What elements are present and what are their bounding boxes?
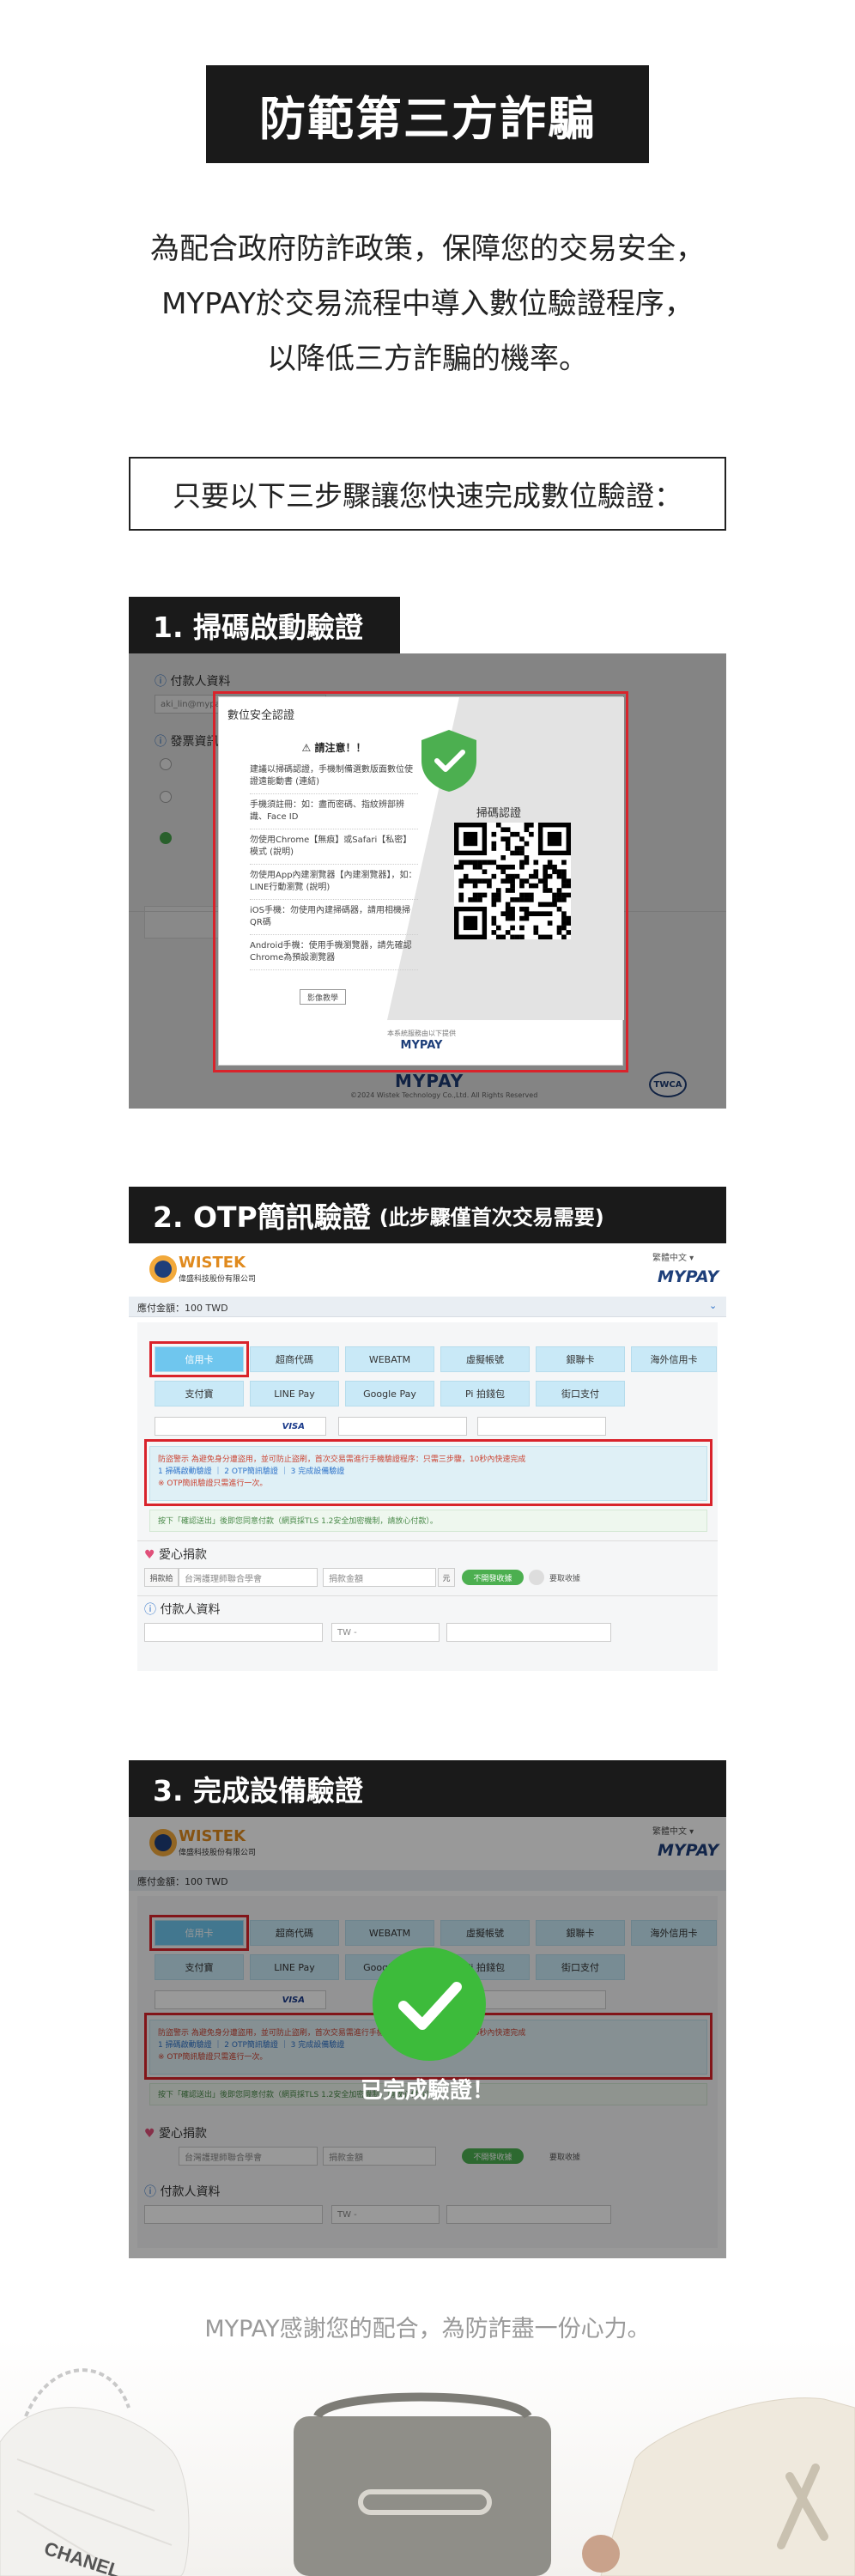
method-cvs-code[interactable]: 超商代碼 — [250, 1346, 339, 1372]
visa-icon: VISA — [282, 1421, 305, 1431]
card-expiry-input[interactable] — [338, 1417, 467, 1436]
intro-line-1: 為配合政府防詐政策，保障您的交易安全， — [150, 232, 705, 266]
success-text: 已完成驗證！ — [360, 2078, 494, 2104]
method-alipay[interactable]: 支付寶 — [155, 1381, 244, 1406]
language-select[interactable]: 繁體中文 ▾ — [652, 1250, 694, 1263]
brand-sub: 偉盛科技股份有限公司 — [179, 1275, 257, 1284]
mypay-logo: MYPAY — [658, 1267, 719, 1286]
donation-label: 捐款給 — [144, 1568, 179, 1587]
chevron-down-icon[interactable]: ⌄ — [709, 1300, 717, 1311]
payer-name-input[interactable] — [144, 1623, 323, 1642]
highlight-credit-card — [149, 1341, 249, 1377]
step2-label: 2. OTP簡訊驗證 (此步驟僅首次交易需要) — [129, 1187, 726, 1243]
receipt-toggle[interactable]: 不開發收據 — [462, 1570, 524, 1585]
step1-screenshot: ⓘ 付款人資料 aki_lin@mypay ⓘ 發票資訊 MYPAY ©2024… — [129, 653, 726, 1109]
card-cvc-input[interactable] — [477, 1417, 606, 1436]
agree-text: 按下「確認送出」後即您同意付款（網頁採TLS 1.2安全加密機制，請放心付款）。 — [158, 1517, 438, 1526]
method-overseas-card[interactable]: 海外信用卡 — [631, 1346, 717, 1372]
highlight-warning — [144, 1439, 712, 1506]
method-google-pay[interactable]: Google Pay — [345, 1381, 434, 1406]
receipt-option: 要取收據 — [549, 1575, 581, 1583]
step2-screenshot: WISTEK 偉盛科技股份有限公司 繁體中文 ▾ MYPAY 應付金額：100 … — [129, 1243, 726, 1681]
intro-text: 為配合政府防詐政策，保障您的交易安全， MYPAY於交易流程中導入數位驗證程序，… — [0, 222, 855, 386]
step1-label: 1. 掃碼啟動驗證 — [129, 597, 400, 653]
method-virtual-account[interactable]: 虛擬帳號 — [440, 1346, 530, 1372]
step3-label: 3. 完成設備驗證 — [129, 1760, 726, 1817]
donation-amount-input[interactable]: 捐款金額 — [323, 1568, 436, 1587]
step3-screenshot: WISTEK 偉盛科技股份有限公司 繁體中文 ▾ MYPAY 應付金額：100 … — [129, 1817, 726, 2258]
donation-org-select[interactable]: 台灣護理師聯合學會 — [179, 1568, 318, 1587]
card-number-input[interactable]: VISA — [155, 1417, 326, 1436]
brand-name: WISTEK — [179, 1254, 246, 1272]
highlight-frame — [213, 691, 628, 1072]
heart-icon: ♥ — [144, 1548, 155, 1562]
intro-line-3: 以降低三方詐騙的機率。 — [267, 342, 588, 376]
method-webatm[interactable]: WEBATM — [345, 1346, 434, 1372]
receipt-toggle-knob[interactable] — [529, 1570, 544, 1585]
phone-input[interactable] — [446, 1623, 611, 1642]
handbags-image: CHANEL — [0, 2339, 855, 2576]
method-line-pay[interactable]: LINE Pay — [250, 1381, 339, 1406]
info-icon: ⓘ — [144, 1603, 156, 1617]
intro-line-2: MYPAY於交易流程中導入數位驗證程序， — [161, 287, 694, 321]
steps-intro: 只要以下三步驟讓您快速完成數位驗證： — [129, 457, 726, 531]
wistek-logo-icon — [149, 1255, 177, 1283]
currency-unit: 元 — [438, 1568, 455, 1587]
step2-label-note: (此步驟僅首次交易需要) — [379, 1205, 604, 1230]
country-select[interactable]: TW - — [331, 1623, 440, 1642]
payer-section: ⓘ 付款人資料 — [144, 1603, 221, 1617]
amount-due: 應付金額：100 TWD — [137, 1303, 228, 1314]
page-title: 防範第三方詐騙 — [206, 65, 649, 163]
method-jko-pay[interactable]: 街口支付 — [536, 1381, 625, 1406]
method-unionpay[interactable]: 銀聯卡 — [536, 1346, 625, 1372]
donation-section: ♥ 愛心捐款 — [144, 1548, 208, 1562]
success-check-icon — [373, 1947, 486, 2061]
method-pi-wallet[interactable]: Pi 拍錢包 — [440, 1381, 530, 1406]
